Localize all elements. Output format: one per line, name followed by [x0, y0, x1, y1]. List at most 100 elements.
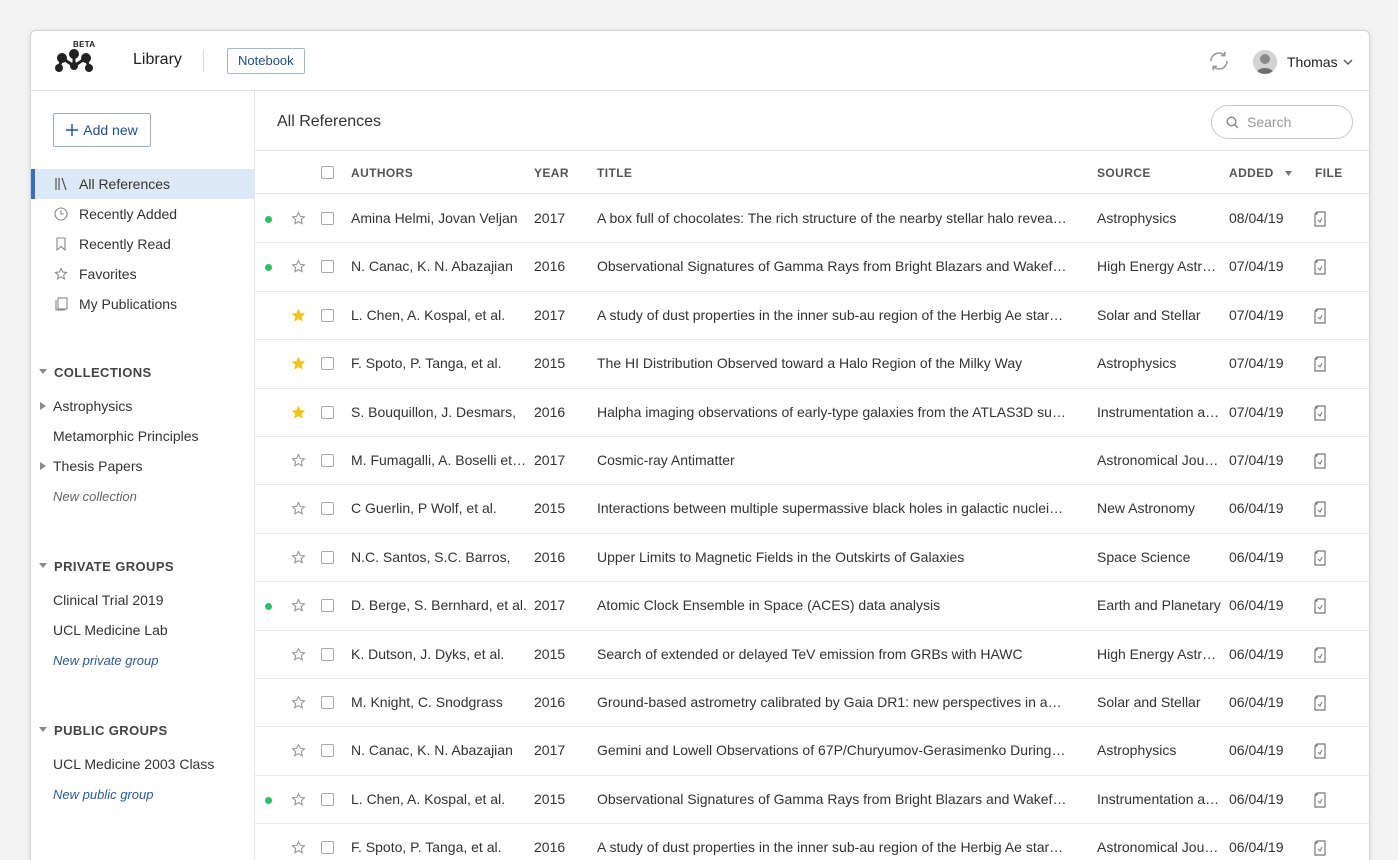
- sort-descending-icon[interactable]: [1285, 171, 1293, 177]
- row-checkbox[interactable]: [321, 453, 334, 467]
- row-checkbox[interactable]: [321, 599, 334, 613]
- file-icon[interactable]: [1313, 840, 1327, 856]
- page-title: All References: [277, 113, 382, 130]
- column-header-year[interactable]: YEAR: [534, 166, 569, 180]
- star-icon[interactable]: [291, 743, 306, 758]
- table-row[interactable]: M. Fumagalli, A. Boselli et al. 2017 Cosmi…: [255, 437, 1369, 486]
- file-icon[interactable]: [1313, 211, 1327, 227]
- table-row[interactable]: Amina Helmi, Jovan Veljan 2017 A box full …: [255, 195, 1369, 244]
- avatar[interactable]: [1253, 50, 1277, 74]
- search-box[interactable]: [1211, 105, 1353, 139]
- star-icon[interactable]: [291, 211, 306, 226]
- star-icon[interactable]: [291, 840, 306, 855]
- star-icon[interactable]: [291, 453, 306, 468]
- nav-item-recently-added[interactable]: Recently Added: [31, 199, 255, 229]
- cell-source: Instrumentation an…: [1097, 403, 1221, 420]
- star-icon[interactable]: [291, 549, 306, 565]
- row-checkbox[interactable]: [321, 744, 334, 758]
- star-icon[interactable]: [291, 695, 306, 710]
- collection-item-thesis-papers[interactable]: Thesis Papers: [31, 451, 255, 481]
- star-icon[interactable]: [291, 501, 306, 516]
- file-icon[interactable]: [1313, 404, 1327, 421]
- collection-item-metamorphic-principles[interactable]: Metamorphic Principles: [31, 421, 255, 451]
- row-checkbox[interactable]: [321, 212, 334, 225]
- column-header-file[interactable]: FILE: [1315, 166, 1343, 180]
- collections-heading[interactable]: COLLECTIONS: [31, 357, 255, 387]
- nav-item-my-publications[interactable]: My Publications: [31, 289, 255, 319]
- cell-source: Astrophysics: [1097, 742, 1177, 759]
- search-input[interactable]: [1247, 114, 1343, 130]
- table-row[interactable]: D. Berge, S. Bernhard, et al. 2017 Atomic …: [255, 582, 1369, 631]
- nav-item-recently-read[interactable]: Recently Read: [31, 229, 255, 259]
- table-row[interactable]: L. Chen, A. Kospal, et al. 2015 Observatio…: [255, 776, 1369, 825]
- table-row[interactable]: L. Chen, A. Kospal, et al. 2017 A study of…: [255, 292, 1369, 341]
- row-checkbox[interactable]: [321, 792, 334, 806]
- column-header-source[interactable]: SOURCE: [1097, 166, 1151, 180]
- file-icon[interactable]: [1313, 695, 1327, 711]
- nav-item-favorites[interactable]: Favorites: [31, 259, 255, 289]
- user-name[interactable]: Thomas: [1287, 54, 1338, 70]
- add-new-button[interactable]: Add new: [53, 113, 151, 147]
- table-row[interactable]: C Guerlin, P Wolf, et al. 2015 Interaction…: [255, 485, 1369, 534]
- table-row[interactable]: N. Canac, K. N. Abazajian 2016 Observation…: [255, 243, 1369, 292]
- star-filled-icon[interactable]: [291, 405, 306, 420]
- star-icon[interactable]: [291, 259, 306, 274]
- star-icon[interactable]: [291, 791, 306, 807]
- group-label: UCL Medicine 2003 Class: [53, 756, 215, 772]
- row-checkbox[interactable]: [321, 405, 334, 419]
- group-item-clinical-trial-2019[interactable]: Clinical Trial 2019: [31, 585, 255, 615]
- triangle-down-icon: [39, 563, 47, 568]
- star-icon[interactable]: [291, 598, 306, 613]
- new-private-group-link[interactable]: New private group: [31, 645, 255, 675]
- table-row[interactable]: N. Canac, K. N. Abazajian 2017 Gemini and …: [255, 727, 1369, 776]
- row-checkbox[interactable]: [321, 695, 334, 709]
- row-checkbox[interactable]: [321, 502, 334, 516]
- select-all-checkbox[interactable]: [321, 166, 334, 179]
- triangle-right-icon[interactable]: [40, 402, 46, 410]
- chevron-down-icon[interactable]: [1343, 58, 1353, 66]
- app-title[interactable]: Library: [133, 51, 182, 69]
- group-item-ucl-medicine-2003-class[interactable]: UCL Medicine 2003 Class: [31, 749, 255, 779]
- star-filled-icon[interactable]: [291, 308, 306, 323]
- new-public-group-link[interactable]: New public group: [31, 779, 255, 809]
- row-checkbox[interactable]: [321, 550, 334, 564]
- section-heading-label: COLLECTIONS: [54, 364, 152, 380]
- file-icon[interactable]: [1313, 501, 1327, 517]
- row-checkbox[interactable]: [321, 357, 334, 371]
- file-icon[interactable]: [1313, 259, 1327, 275]
- file-icon[interactable]: [1313, 308, 1327, 324]
- add-new-label: Add new: [83, 122, 138, 138]
- table-row[interactable]: K. Dutson, J. Dyks, et al. 2015 Search of …: [255, 631, 1369, 679]
- column-header-authors[interactable]: AUTHORS: [351, 166, 413, 180]
- row-checkbox[interactable]: [321, 647, 334, 661]
- collection-item-astrophysics[interactable]: Astrophysics: [31, 391, 255, 421]
- star-icon[interactable]: [291, 646, 306, 662]
- column-header-title[interactable]: TITLE: [597, 166, 632, 180]
- file-icon[interactable]: [1313, 743, 1327, 759]
- column-header-added[interactable]: ADDED: [1229, 166, 1293, 180]
- private-groups-heading[interactable]: PRIVATE GROUPS: [31, 551, 255, 581]
- table-row[interactable]: M. Knight, C. Snodgrass 2016 Ground-based …: [255, 679, 1369, 728]
- file-icon[interactable]: [1313, 550, 1327, 566]
- file-icon[interactable]: [1313, 598, 1327, 614]
- cell-title: Cosmic-ray Antimatter: [597, 451, 735, 468]
- notebook-button[interactable]: Notebook: [227, 48, 305, 74]
- triangle-right-icon[interactable]: [40, 462, 46, 470]
- sync-icon[interactable]: [1207, 49, 1231, 73]
- nav-item-all-references[interactable]: All References: [31, 169, 255, 199]
- table-row[interactable]: F. Spoto, P. Tanga, et al. 2016 A study of…: [255, 824, 1369, 860]
- group-item-ucl-medicine-lab[interactable]: UCL Medicine Lab: [31, 615, 255, 645]
- file-icon[interactable]: [1313, 453, 1327, 469]
- row-checkbox[interactable]: [321, 308, 334, 322]
- file-icon[interactable]: [1313, 356, 1327, 372]
- new-collection-link[interactable]: New collection: [31, 481, 255, 511]
- star-filled-icon[interactable]: [291, 356, 306, 371]
- public-groups-heading[interactable]: PUBLIC GROUPS: [31, 715, 255, 745]
- table-row[interactable]: F. Spoto, P. Tanga, et al. 2015 The HI Dis…: [255, 340, 1369, 389]
- table-row[interactable]: N.C. Santos, S.C. Barros, 2016 Upper Limit…: [255, 534, 1369, 583]
- file-icon[interactable]: [1313, 646, 1327, 663]
- row-checkbox[interactable]: [321, 260, 334, 274]
- file-icon[interactable]: [1313, 792, 1327, 808]
- table-row[interactable]: S. Bouquillon, J. Desmars, 2016 Halpha ima…: [255, 389, 1369, 437]
- row-checkbox[interactable]: [321, 841, 334, 855]
